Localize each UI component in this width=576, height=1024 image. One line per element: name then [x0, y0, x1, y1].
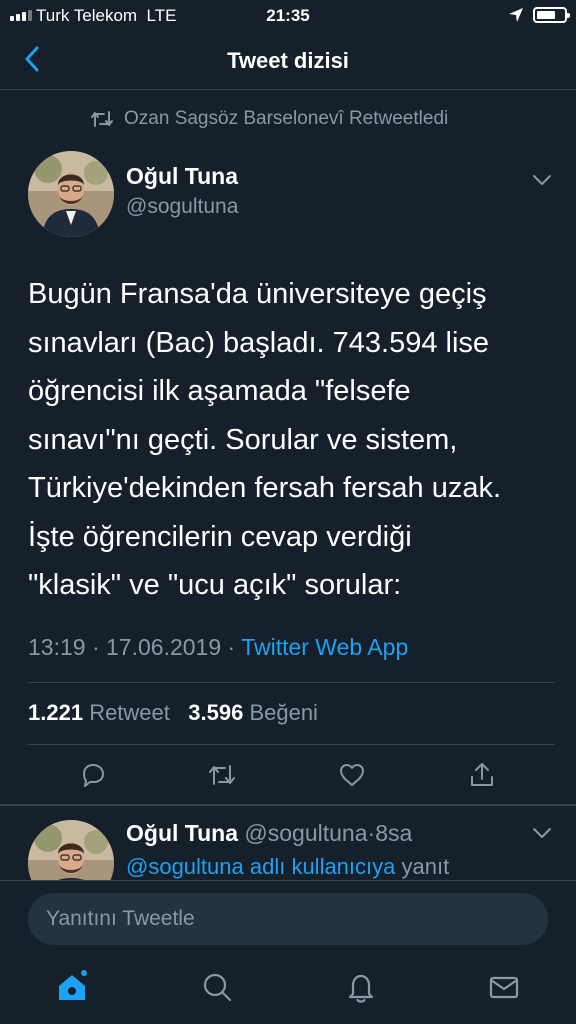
tweet-time: 13:19: [28, 634, 86, 660]
reply-author-name[interactable]: Oğul Tuna: [126, 820, 238, 846]
mail-icon[interactable]: [487, 970, 521, 1004]
home-notification-dot: [79, 968, 89, 978]
replying-to-suffix: yanıt: [401, 854, 450, 879]
retweet-icon: [91, 111, 113, 127]
reply-header: Oğul Tuna @sogultuna·8sa: [126, 820, 412, 847]
search-icon[interactable]: [200, 970, 234, 1004]
heart-icon[interactable]: [337, 760, 367, 790]
reply-composer-bar: [0, 880, 576, 952]
tweet-meta: 13:19 · 17.06.2019 · Twitter Web App: [28, 634, 408, 661]
reply-age: 8sa: [375, 820, 413, 846]
section-divider: [0, 804, 576, 806]
like-stat[interactable]: 3.596 Beğeni: [188, 700, 318, 725]
share-icon[interactable]: [467, 760, 497, 790]
nav-header: Tweet dizisi: [0, 32, 576, 90]
divider: [28, 682, 555, 683]
meta-separator: ·: [91, 634, 100, 660]
reply-author-handle[interactable]: @sogultuna: [244, 820, 367, 846]
reply-input[interactable]: [28, 893, 548, 945]
location-arrow-icon: [509, 8, 523, 22]
avatar-image: [28, 151, 114, 237]
retweet-stat[interactable]: 1.221 Retweet: [28, 700, 170, 725]
tweet-thread-screen: Turk Telekom LTE 21:35 Tweet dizisi Ozan…: [0, 0, 576, 1024]
battery-icon: [533, 7, 570, 23]
replying-to-link[interactable]: @sogultuna adlı kullanıcıya: [126, 854, 395, 879]
reply-icon[interactable]: [78, 760, 108, 790]
tweet-date: 17.06.2019: [106, 634, 222, 660]
page-title: Tweet dizisi: [227, 48, 349, 73]
chevron-down-icon[interactable]: [531, 826, 553, 840]
bell-icon[interactable]: [344, 970, 378, 1004]
author-name[interactable]: Oğul Tuna: [126, 163, 238, 190]
tab-bar: [0, 952, 576, 1024]
author-handle[interactable]: @sogultuna: [126, 195, 238, 219]
avatar[interactable]: [28, 151, 114, 237]
status-bar: Turk Telekom LTE 21:35: [0, 0, 576, 32]
meta-separator: ·: [227, 634, 236, 660]
replying-to: @sogultuna adlı kullanıcıya yanıt: [126, 854, 449, 880]
divider: [28, 744, 555, 745]
tweet-stats: 1.221 Retweet 3.596 Beğeni: [28, 700, 318, 726]
chevron-down-icon[interactable]: [531, 173, 553, 187]
tweet-text: Bugün Fransa'da üniversiteye geçiş sınav…: [28, 278, 502, 601]
retweet-context[interactable]: Ozan Sagsöz Barselonevî Retweetledi: [90, 108, 448, 130]
clock: 21:35: [266, 6, 310, 25]
retweet-icon[interactable]: [207, 760, 237, 790]
tweet-source-link[interactable]: Twitter Web App: [241, 634, 408, 660]
retweet-context-label: Ozan Sagsöz Barselonevî Retweetledi: [124, 108, 449, 129]
